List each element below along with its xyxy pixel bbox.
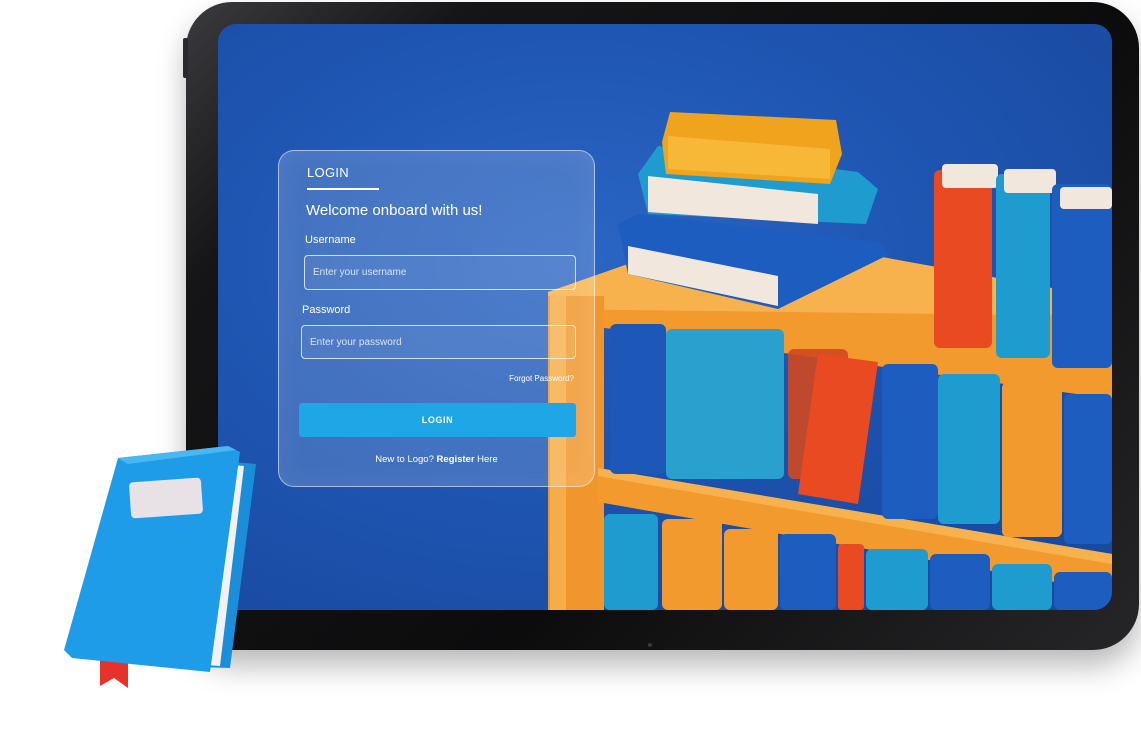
welcome-text: Welcome onboard with us! — [306, 202, 483, 219]
password-label: Password — [302, 304, 351, 316]
register-suffix: Here — [477, 454, 498, 465]
login-button[interactable]: LOGIN — [299, 403, 576, 437]
forgot-password-link[interactable]: Forgot Password? — [509, 374, 574, 383]
notebook-icon — [64, 446, 256, 688]
login-card-title: LOGIN — [307, 165, 349, 180]
tablet-camera — [648, 643, 652, 647]
password-input[interactable] — [301, 325, 576, 359]
username-input[interactable] — [304, 255, 576, 290]
register-prefix: New to Logo? — [375, 454, 434, 465]
tablet-screen: LOGIN Welcome onboard with us! Username … — [218, 24, 1112, 610]
login-card: LOGIN Welcome onboard with us! Username … — [278, 150, 595, 487]
register-line: New to Logo? Register Here — [279, 454, 594, 465]
username-label: Username — [305, 234, 356, 246]
register-link[interactable]: Register — [437, 454, 475, 465]
title-underline — [307, 188, 379, 190]
tablet-side-button — [183, 38, 188, 78]
